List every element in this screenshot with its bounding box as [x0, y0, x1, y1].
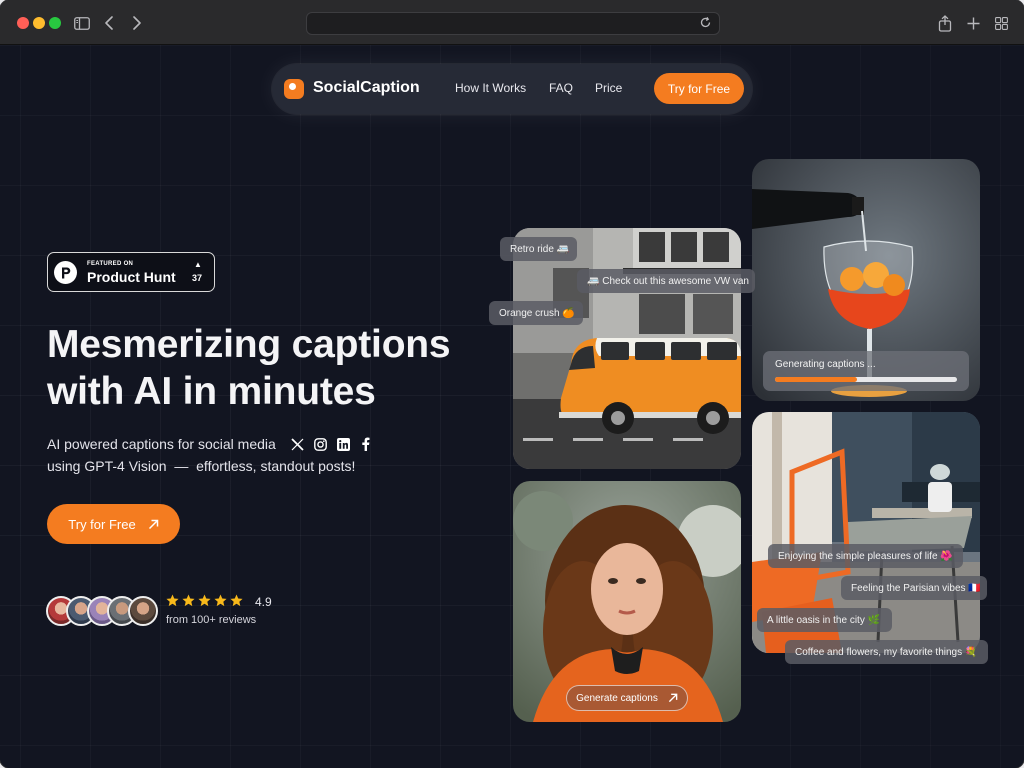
arrow-up-right-icon	[148, 519, 158, 529]
share-icon[interactable]	[936, 12, 954, 34]
reload-icon[interactable]	[699, 16, 713, 30]
hero-subtitle-line-2: using GPT-4 Vision — effortless, standou…	[47, 458, 356, 474]
zoom-window-button[interactable]	[49, 17, 61, 29]
browser-toolbar	[0, 0, 1024, 45]
rating-value: 4.9	[255, 595, 272, 609]
generating-label: Generating captions ...	[775, 359, 876, 370]
instagram-icon[interactable]	[312, 436, 328, 452]
hero-subtitle-line-1: AI powered captions for social media	[47, 436, 276, 452]
back-icon[interactable]	[100, 12, 118, 34]
nav-how-it-works[interactable]: How It Works	[455, 81, 526, 95]
star-icon	[182, 594, 195, 607]
review-count: from 100+ reviews	[166, 614, 257, 626]
ph-title: Product Hunt	[87, 269, 176, 285]
browser-window: SocialCaption How It Works FAQ Price Try…	[0, 0, 1024, 768]
hero-cta-label: Try for Free	[68, 516, 136, 532]
ph-featured-label: FEATURED ON	[87, 261, 134, 267]
nav-try-free-button[interactable]: Try for Free	[654, 73, 744, 104]
product-hunt-icon	[54, 261, 77, 284]
star-rating	[166, 594, 243, 610]
caption-chip: Coffee and flowers, my favorite things 💐	[785, 640, 988, 664]
top-nav: SocialCaption How It Works FAQ Price Try…	[272, 64, 752, 114]
avatar	[128, 596, 158, 626]
x-icon[interactable]	[289, 436, 305, 452]
van-photo-card	[513, 228, 741, 469]
progress-bar	[775, 377, 957, 382]
upvote-count: 37	[192, 273, 203, 283]
van-photo	[513, 228, 741, 469]
star-icon	[198, 594, 211, 607]
tab-overview-icon[interactable]	[992, 12, 1010, 34]
sidebar-icon[interactable]	[72, 12, 92, 34]
headline-line-1: Mesmerizing captions	[47, 323, 451, 366]
close-window-button[interactable]	[17, 17, 29, 29]
nav-faq[interactable]: FAQ	[549, 81, 573, 95]
caption-chip: 🚐 Check out this awesome VW van	[577, 269, 755, 293]
caption-chip: Enjoying the simple pleasures of life 🌺	[768, 544, 963, 568]
generate-captions-button[interactable]: Generate captions	[566, 685, 688, 711]
star-icon	[230, 594, 243, 607]
generate-captions-label: Generate captions	[576, 692, 658, 704]
brand-name[interactable]: SocialCaption	[313, 79, 420, 97]
caption-chip: Orange crush 🍊	[489, 301, 583, 325]
logo-icon	[284, 79, 304, 99]
generating-status: Generating captions ...	[763, 351, 969, 391]
new-tab-icon[interactable]	[964, 12, 982, 34]
forward-icon[interactable]	[128, 12, 146, 34]
caption-chip: Feeling the Parisian vibes 🇫🇷	[841, 576, 987, 600]
progress-fill	[775, 377, 857, 382]
hero-try-free-button[interactable]: Try for Free	[47, 504, 180, 544]
nav-price[interactable]: Price	[595, 81, 622, 95]
product-hunt-badge[interactable]: FEATURED ON Product Hunt ▲ 37	[47, 252, 215, 292]
minimize-window-button[interactable]	[33, 17, 45, 29]
caption-chip: A little oasis in the city 🌿	[757, 608, 892, 632]
arrow-up-right-icon	[668, 693, 678, 703]
reviewer-avatars	[46, 596, 166, 628]
headline-line-2: with AI in minutes	[47, 370, 376, 413]
hero-headline: Mesmerizing captions with AI in minutes	[47, 321, 487, 415]
landing-page: SocialCaption How It Works FAQ Price Try…	[0, 45, 1024, 768]
address-bar[interactable]	[306, 12, 720, 35]
caption-chip: Retro ride 🚐	[500, 237, 577, 261]
star-icon	[166, 594, 179, 607]
upvote-arrow-icon: ▲	[194, 260, 202, 269]
linkedin-icon[interactable]	[335, 436, 351, 452]
facebook-icon[interactable]	[357, 436, 373, 452]
star-icon	[214, 594, 227, 607]
